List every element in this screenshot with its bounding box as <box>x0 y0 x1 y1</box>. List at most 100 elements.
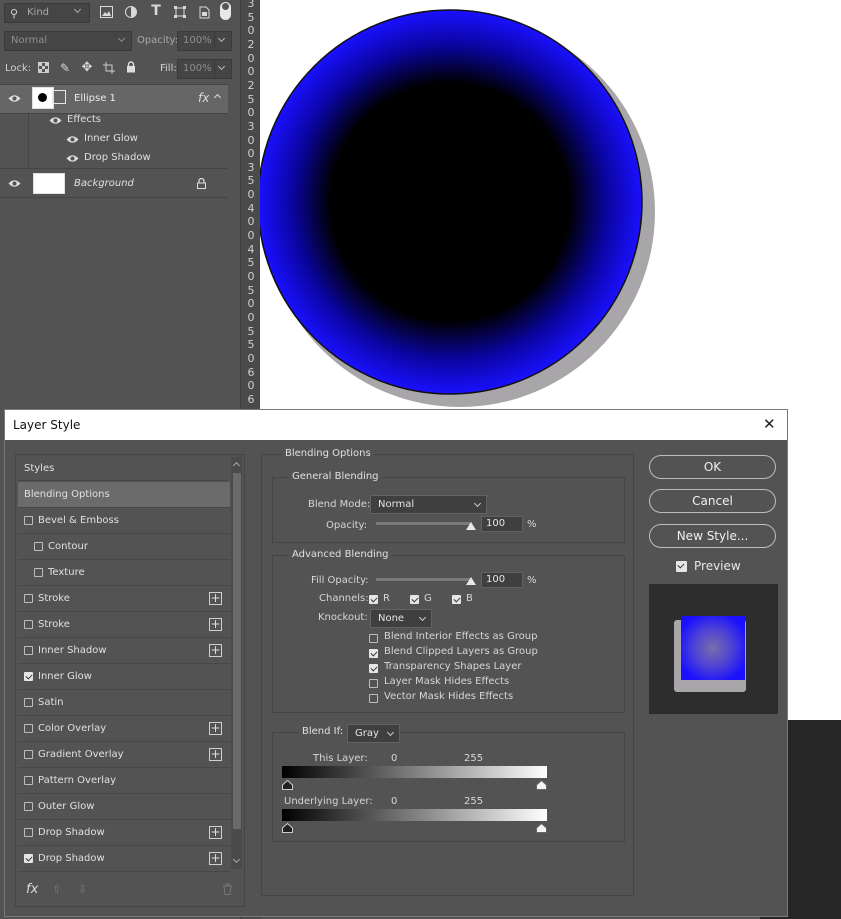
this-layer-black-slider[interactable] <box>282 779 293 793</box>
style-checkbox[interactable] <box>24 698 33 707</box>
eye-icon[interactable] <box>7 177 21 189</box>
fill-opacity-slider-thumb[interactable] <box>466 577 476 585</box>
style-item-gradient-overlay[interactable]: Gradient Overlay + <box>18 742 230 768</box>
fill-opacity-input[interactable]: 100 <box>481 572 523 588</box>
style-item-inner-shadow[interactable]: Inner Shadow + <box>18 638 230 664</box>
style-checkbox[interactable] <box>34 542 43 551</box>
advanced-option-checkbox[interactable] <box>369 679 378 688</box>
fill-opacity-slider-track[interactable] <box>376 578 472 581</box>
eye-icon[interactable] <box>65 153 79 163</box>
this-layer-gradient[interactable] <box>282 766 547 778</box>
style-item-blending-options[interactable]: Blending Options <box>18 482 230 508</box>
layer-filter-kind[interactable]: ⚲ Kind <box>4 3 90 23</box>
style-item-inner-glow[interactable]: Inner Glow <box>18 664 230 690</box>
layer-row-ellipse[interactable]: Ellipse 1 fx <box>0 84 228 114</box>
opacity-input[interactable]: 100 <box>481 516 523 532</box>
styles-scrollbar[interactable] <box>231 457 242 869</box>
layer-row-background[interactable]: Background <box>0 169 228 198</box>
advanced-option-checkbox[interactable] <box>369 649 378 658</box>
style-checkbox[interactable] <box>24 724 33 733</box>
add-effect-icon[interactable]: + <box>209 748 222 761</box>
add-effect-icon[interactable]: + <box>209 618 222 631</box>
style-item-stroke[interactable]: Stroke + <box>18 612 230 638</box>
eye-icon[interactable] <box>65 134 79 144</box>
image-filter-icon[interactable] <box>98 4 114 20</box>
advanced-option-checkbox[interactable] <box>369 694 378 703</box>
channel-r-checkbox[interactable] <box>369 595 378 604</box>
move-down-icon[interactable]: ⇩ <box>78 883 87 896</box>
add-effect-icon[interactable]: + <box>209 852 222 865</box>
blend-if-dropdown[interactable]: Gray <box>347 724 400 743</box>
style-item-satin[interactable]: Satin <box>18 690 230 716</box>
style-item-contour[interactable]: Contour <box>18 534 230 560</box>
underlying-white-slider[interactable] <box>536 822 547 836</box>
style-item-pattern-overlay[interactable]: Pattern Overlay <box>18 768 230 794</box>
lock-transparent-icon[interactable] <box>37 61 50 74</box>
eye-icon[interactable] <box>48 115 62 125</box>
chevron-up-icon[interactable] <box>232 461 241 470</box>
style-item-drop-shadow[interactable]: Drop Shadow + <box>18 820 230 846</box>
layer-opacity-field[interactable]: 100% <box>177 31 215 51</box>
underlying-layer-gradient[interactable] <box>282 809 547 821</box>
lock-all-icon[interactable] <box>124 60 138 74</box>
add-effect-icon[interactable]: + <box>209 644 222 657</box>
fill-dropdown[interactable] <box>214 59 232 79</box>
channel-b-checkbox[interactable] <box>452 595 461 604</box>
scrollbar-thumb[interactable] <box>233 473 241 829</box>
style-checkbox[interactable] <box>24 854 33 863</box>
style-item-outer-glow[interactable]: Outer Glow <box>18 794 230 820</box>
type-filter-icon[interactable]: T <box>148 3 164 19</box>
style-checkbox[interactable] <box>24 516 33 525</box>
smart-object-filter-icon[interactable] <box>196 4 212 20</box>
layer-fill-field[interactable]: 100% <box>177 59 215 79</box>
ok-button[interactable]: OK <box>649 455 776 479</box>
style-checkbox[interactable] <box>24 646 33 655</box>
style-checkbox[interactable] <box>24 594 33 603</box>
style-checkbox[interactable] <box>24 620 33 629</box>
style-checkbox[interactable] <box>24 802 33 811</box>
opacity-dropdown[interactable] <box>214 31 232 51</box>
add-effect-icon[interactable]: + <box>209 722 222 735</box>
style-item-bevel-emboss[interactable]: Bevel & Emboss <box>18 508 230 534</box>
add-effect-icon[interactable]: + <box>209 826 222 839</box>
new-style-button[interactable]: New Style... <box>649 524 776 548</box>
advanced-option-checkbox[interactable] <box>369 664 378 673</box>
style-checkbox[interactable] <box>24 672 33 681</box>
close-icon[interactable]: ✕ <box>763 415 776 433</box>
shape-filter-icon[interactable] <box>172 4 188 20</box>
fx-menu-button[interactable]: fx <box>26 882 38 897</box>
chevron-down-icon[interactable] <box>232 855 241 864</box>
style-item-stroke[interactable]: Stroke + <box>18 586 230 612</box>
channel-g-checkbox[interactable] <box>410 595 419 604</box>
knockout-dropdown[interactable]: None <box>370 609 432 628</box>
styles-header[interactable]: Styles <box>18 457 228 481</box>
style-checkbox[interactable] <box>24 750 33 759</box>
blend-mode-dropdown[interactable]: Normal <box>370 495 487 514</box>
eye-icon[interactable] <box>7 92 21 104</box>
advanced-option-checkbox[interactable] <box>369 634 378 643</box>
brush-icon[interactable]: ✎ <box>58 61 72 75</box>
style-item-texture[interactable]: Texture <box>18 560 230 586</box>
opacity-slider-thumb[interactable] <box>466 522 476 530</box>
effect-inner-glow[interactable]: Inner Glow <box>84 133 138 144</box>
move-icon[interactable]: ✥ <box>80 60 94 75</box>
fx-icon[interactable]: fx <box>198 91 209 105</box>
cancel-button[interactable]: Cancel <box>649 489 776 513</box>
style-item-drop-shadow[interactable]: Drop Shadow + <box>18 846 230 872</box>
style-checkbox[interactable] <box>24 776 33 785</box>
add-effect-icon[interactable]: + <box>209 592 222 605</box>
move-up-icon[interactable]: ⇧ <box>52 883 61 896</box>
style-checkbox[interactable] <box>34 568 43 577</box>
preview-checkbox[interactable] <box>676 561 687 572</box>
underlying-black-slider[interactable] <box>282 822 293 836</box>
style-checkbox[interactable] <box>24 828 33 837</box>
this-layer-white-slider[interactable] <box>536 779 547 793</box>
effect-drop-shadow[interactable]: Drop Shadow <box>84 152 151 163</box>
trash-icon[interactable] <box>222 883 233 898</box>
layer-blend-mode[interactable]: Normal <box>4 31 132 51</box>
opacity-slider-track[interactable] <box>376 522 472 525</box>
adjustment-filter-icon[interactable] <box>123 4 139 20</box>
artboard-lock-icon[interactable] <box>102 61 116 75</box>
collapse-effects-icon[interactable] <box>213 93 222 102</box>
filter-toggle[interactable] <box>220 2 231 20</box>
